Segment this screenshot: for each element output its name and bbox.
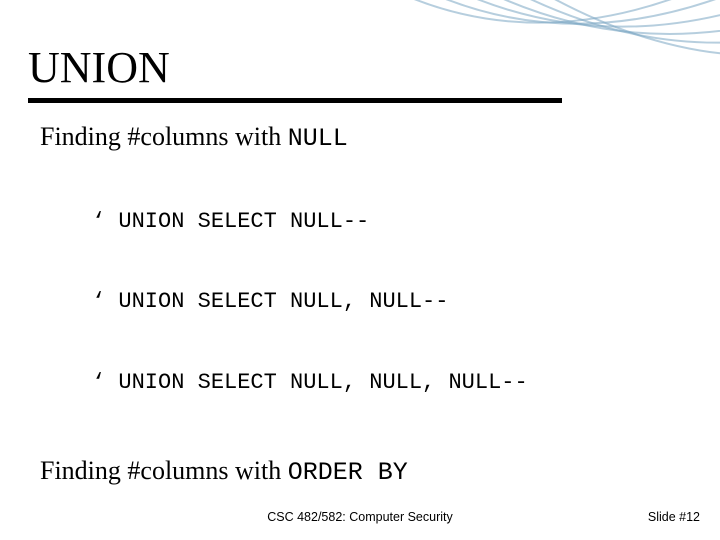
footer: CSC 482/582: Computer Security Slide #12 xyxy=(0,510,720,530)
section1-heading: Finding #columns with NULL xyxy=(40,122,690,153)
footer-course: CSC 482/582: Computer Security xyxy=(267,510,453,524)
section2-heading-mono: ORDER BY xyxy=(288,458,408,487)
header-decoration xyxy=(360,0,720,70)
code-line: ‘ UNION SELECT NULL, NULL, NULL-- xyxy=(92,370,690,397)
section1-code: ‘ UNION SELECT NULL-- ‘ UNION SELECT NUL… xyxy=(92,155,690,450)
section1-heading-text: Finding #columns with xyxy=(40,122,288,151)
section2-heading: Finding #columns with ORDER BY xyxy=(40,456,690,487)
title-underline xyxy=(28,98,562,103)
section2-heading-text: Finding #columns with xyxy=(40,456,288,485)
slide-title: UNION xyxy=(28,42,170,93)
section1-heading-mono: NULL xyxy=(288,124,348,153)
code-line: ‘ UNION SELECT NULL-- xyxy=(92,209,690,236)
slide-body: Finding #columns with NULL ‘ UNION SELEC… xyxy=(40,116,690,540)
footer-slide-number: Slide #12 xyxy=(648,510,700,524)
code-line: ‘ UNION SELECT NULL, NULL-- xyxy=(92,289,690,316)
